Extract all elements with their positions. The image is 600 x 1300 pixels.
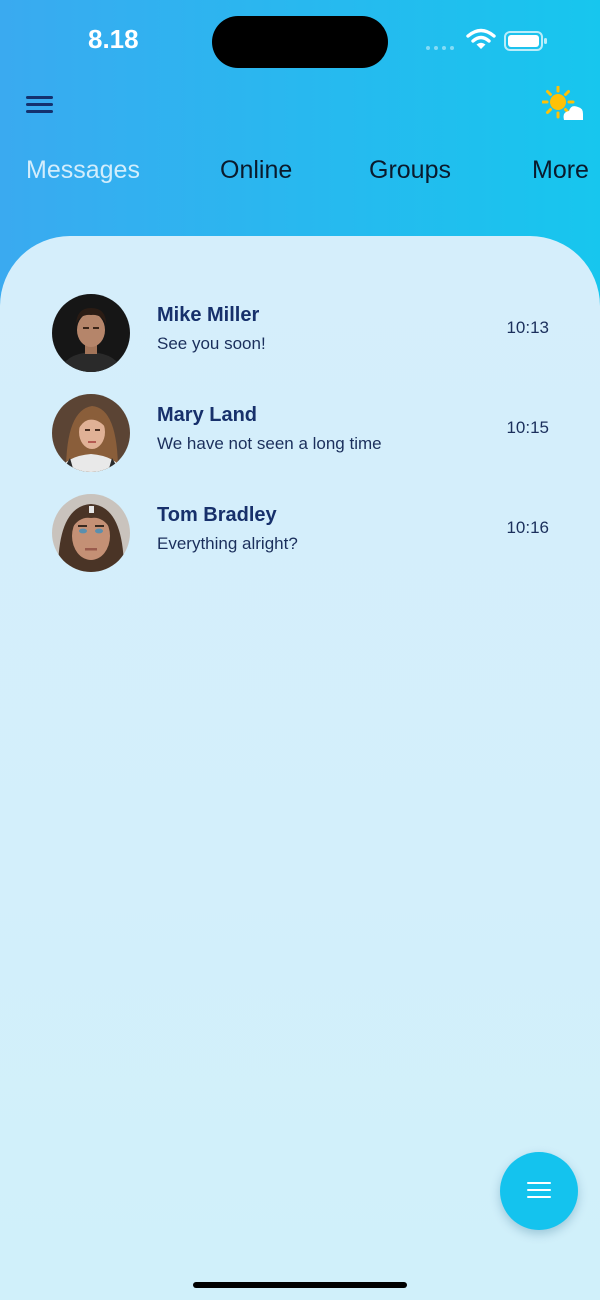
- signal-icon: [426, 44, 458, 50]
- status-bar: 8.18: [0, 0, 600, 80]
- status-time: 8.18: [88, 24, 139, 54]
- chat-time: 10:13: [506, 318, 549, 337]
- avatar: [52, 494, 130, 572]
- chat-item-tom-bradley[interactable]: Tom Bradley Everything alright? 10:16: [30, 488, 570, 584]
- tab-bar: Messages Online Groups More: [0, 156, 600, 192]
- dynamic-island: [212, 16, 388, 68]
- tab-messages[interactable]: Messages: [26, 156, 140, 185]
- sun-cloud-icon[interactable]: [541, 85, 584, 122]
- wifi-icon: [466, 28, 496, 52]
- chat-last-message: Everything alright?: [157, 534, 298, 553]
- chat-item-mike-miller[interactable]: Mike Miller See you soon! 10:13: [30, 288, 570, 384]
- chat-time: 10:15: [506, 418, 549, 437]
- chat-item-mary-land[interactable]: Mary Land We have not seen a long time 1…: [30, 388, 570, 484]
- chat-name: Tom Bradley: [157, 504, 277, 526]
- chat-time: 10:16: [506, 518, 549, 537]
- chat-list-panel: Mike Miller See you soon! 10:13 Mary Lan…: [0, 236, 600, 1300]
- tab-groups[interactable]: Groups: [369, 156, 451, 185]
- menu-lines-icon: [527, 1182, 551, 1184]
- battery-icon: [504, 30, 548, 52]
- chat-last-message: See you soon!: [157, 334, 266, 353]
- home-indicator[interactable]: [193, 1282, 407, 1288]
- chat-name: Mike Miller: [157, 304, 260, 326]
- chat-name: Mary Land: [157, 404, 258, 426]
- tab-more[interactable]: More: [532, 156, 589, 185]
- hamburger-menu-icon[interactable]: [26, 92, 56, 116]
- chat-last-message: We have not seen a long time: [157, 434, 382, 453]
- avatar: [52, 294, 130, 372]
- floating-menu-button[interactable]: [500, 1152, 578, 1230]
- tab-online[interactable]: Online: [220, 156, 292, 185]
- avatar: [52, 394, 130, 472]
